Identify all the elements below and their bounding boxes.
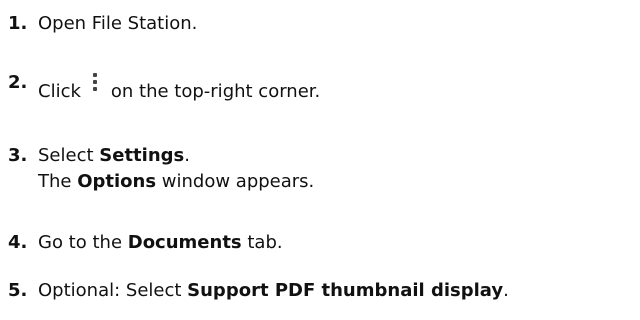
step-text-after: . bbox=[503, 280, 509, 301]
more-vertical-icon bbox=[92, 73, 97, 91]
step-text-after: . bbox=[184, 145, 190, 166]
step-number: 5. bbox=[8, 280, 28, 301]
step-text: Open File Station. bbox=[38, 13, 198, 34]
step-text-after: tab. bbox=[241, 232, 283, 253]
support-pdf-thumbnail-label: Support PDF thumbnail display bbox=[187, 280, 504, 301]
step-1: 1. Open File Station. bbox=[8, 11, 197, 37]
step-number: 3. bbox=[8, 145, 28, 166]
step-3: 3. Select Settings. The Options window ap… bbox=[8, 143, 314, 195]
step-text-before: Optional: Select bbox=[38, 280, 188, 301]
step-number: 4. bbox=[8, 232, 28, 253]
step-text-before: Select bbox=[38, 145, 100, 166]
step-4: 4. Go to the Documents tab. bbox=[8, 230, 283, 256]
step-2: 2. Click on the top-right corner. bbox=[8, 72, 321, 105]
options-label: Options bbox=[77, 171, 157, 192]
step-text-after: window appears. bbox=[156, 171, 315, 192]
step-text-before: Click bbox=[38, 81, 81, 102]
settings-label: Settings bbox=[99, 145, 185, 166]
documents-label: Documents bbox=[127, 232, 242, 253]
step-number: 2. bbox=[8, 72, 28, 93]
step-text-after: on the top-right corner. bbox=[110, 81, 321, 102]
step-5: 5. Optional: Select Support PDF thumbnail… bbox=[8, 278, 509, 304]
step-text-before: Go to the bbox=[38, 232, 128, 253]
step-number: 1. bbox=[8, 13, 28, 34]
step-text-before: The bbox=[38, 171, 78, 192]
